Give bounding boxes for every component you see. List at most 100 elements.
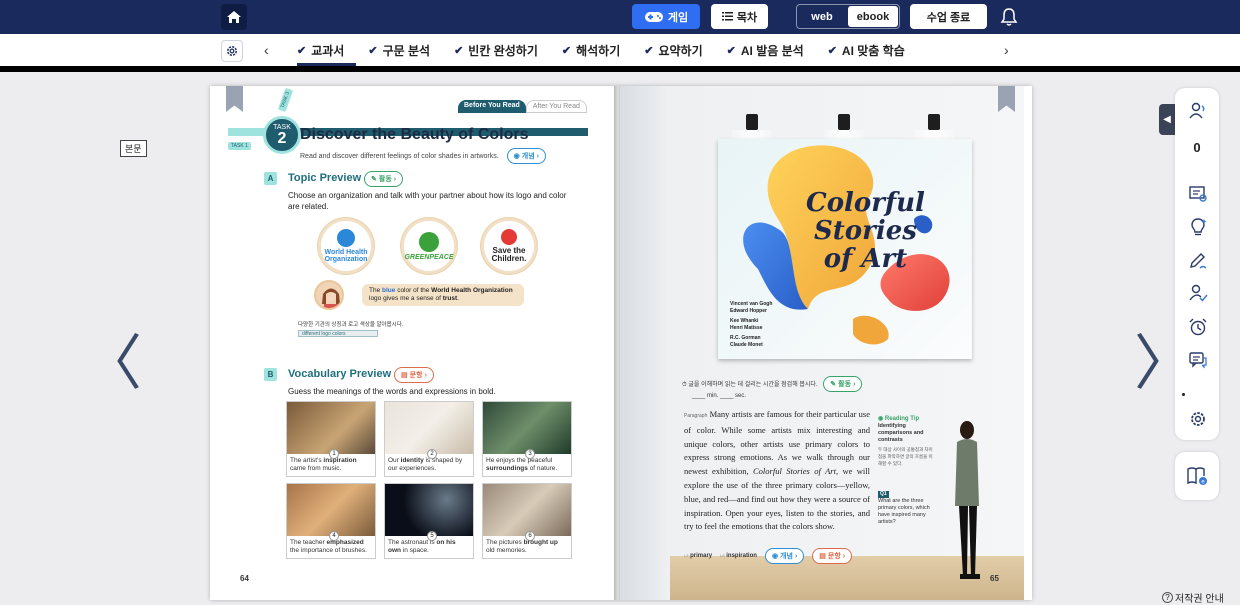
who-logo[interactable]: World Health Organization bbox=[318, 218, 374, 274]
bookmark-icon[interactable] bbox=[998, 86, 1015, 112]
tab-label: 교과서 bbox=[311, 43, 345, 58]
vocab-image: 4 bbox=[287, 484, 375, 541]
vocab-image: 1 bbox=[287, 402, 375, 459]
tab-translation[interactable]: ✔ 해석하기 bbox=[562, 34, 632, 66]
concept-pill-right[interactable]: ◉ 개념 › bbox=[764, 548, 805, 564]
artist-name: Henri Matisse bbox=[730, 325, 763, 331]
concept-pill-left[interactable]: ◉ 개념 › bbox=[506, 148, 546, 164]
pen-icon[interactable] bbox=[1187, 249, 1209, 271]
gamepad-icon bbox=[644, 11, 663, 22]
after-you-read-tab[interactable]: After You Read bbox=[525, 100, 587, 113]
game-label: 게임 bbox=[667, 11, 689, 24]
alarm-clock-icon[interactable] bbox=[1187, 316, 1209, 338]
reading-tip: ◉ Reading Tip Identifying comparisons an… bbox=[878, 416, 936, 526]
tab-textbook[interactable]: ✔ 교과서 bbox=[297, 34, 357, 66]
vocab-caption-text: Our bbox=[388, 457, 401, 464]
check-icon: ✔ bbox=[561, 44, 572, 57]
gallery-lamp bbox=[824, 114, 864, 158]
tabs-prev-icon[interactable]: ‹ bbox=[264, 42, 269, 58]
artist-name: Vincent van Gogh bbox=[730, 301, 773, 307]
stopwatch-icon: ⏱ bbox=[682, 382, 687, 388]
tab-syntax-analysis[interactable]: ✔ 구문 분석 bbox=[368, 34, 442, 66]
artist-name: R.C. Gorman bbox=[730, 335, 761, 341]
tab-ai-custom-learning[interactable]: ✔ AI 맞춤 학습 bbox=[828, 34, 917, 66]
gear-icon bbox=[227, 46, 237, 56]
greenpeace-logo[interactable]: GREENPEACE bbox=[401, 218, 457, 274]
reading-tip-question: What are the three primary colors, which… bbox=[878, 498, 930, 525]
before-you-read-tab[interactable]: Before You Read bbox=[458, 100, 526, 113]
activity-pill-timer[interactable]: ✎ 활동 › bbox=[823, 376, 863, 392]
vocab-card[interactable]: 4 The teacher emphasized the importance … bbox=[286, 483, 376, 559]
pencil-icon: ✎ bbox=[371, 176, 377, 183]
key-words-row: L3 primary L8 inspiration ◉ 개념 › ▤ 문항 › bbox=[684, 548, 853, 564]
right-tool-rail: 0 bbox=[1175, 88, 1219, 440]
bookmark-icon[interactable] bbox=[226, 86, 243, 112]
concept-pill-label: 개념 bbox=[521, 153, 535, 160]
reading-timer-text: 글을 이해하며 읽는 데 걸리는 시간을 점검해 봅시다. bbox=[688, 382, 818, 388]
top-bar: 게임 목차 web ebook 수업 종료 bbox=[0, 0, 1240, 34]
greenpeace-logo-text: GREENPEACE bbox=[404, 253, 454, 261]
lightbulb-icon[interactable] bbox=[1187, 216, 1209, 238]
activity-pill-label: 활동 bbox=[378, 176, 392, 183]
tab-ai-pronunciation[interactable]: ✔ AI 발음 분석 bbox=[727, 34, 816, 66]
chat-icon[interactable] bbox=[1187, 349, 1209, 371]
tabs-next-icon[interactable]: › bbox=[1004, 42, 1009, 58]
toc-button[interactable]: 목차 bbox=[711, 4, 768, 29]
gallery-lamp bbox=[914, 114, 954, 158]
vocab-image: 2 bbox=[385, 402, 473, 459]
prev-page-icon[interactable]: 〈 bbox=[82, 315, 142, 402]
task-next-label[interactable]: TASK 3 bbox=[277, 87, 294, 113]
home-button[interactable] bbox=[221, 4, 247, 30]
vocab-card[interactable]: 2 Our identity is shaped by our experien… bbox=[384, 401, 474, 477]
end-class-button[interactable]: 수업 종료 bbox=[910, 4, 987, 29]
timer-min-unit: min. bbox=[707, 393, 719, 399]
question-pill-right[interactable]: ▤ 문항 › bbox=[812, 548, 853, 564]
artist-name: Kee Whanki bbox=[730, 318, 759, 324]
vocab-word: inspiration bbox=[323, 457, 357, 464]
vocab-card[interactable]: 5 The astronaut is on his own in space. bbox=[384, 483, 474, 559]
settings-gear-icon[interactable] bbox=[1187, 408, 1209, 430]
chevron-left-icon: ◀ bbox=[1163, 114, 1171, 125]
key-word-item[interactable]: L3 primary bbox=[684, 553, 712, 559]
participants-icon[interactable] bbox=[1187, 100, 1209, 122]
text-search-icon[interactable] bbox=[1187, 183, 1209, 205]
tab-fill-blanks[interactable]: ✔ 빈칸 완성하기 bbox=[454, 34, 550, 66]
logo-note-input[interactable]: different logo colors bbox=[298, 330, 378, 337]
tab-label: 해석하기 bbox=[576, 43, 621, 58]
reading-italic: Colorful Stories of Art bbox=[753, 466, 836, 477]
poster-title-line: Stories bbox=[814, 216, 917, 246]
copyright-notice[interactable]: ? 저작권 안내 bbox=[1162, 590, 1224, 605]
game-button[interactable]: 게임 bbox=[632, 4, 700, 29]
reading-timer: ⏱ 글을 이해하며 읽는 데 걸리는 시간을 점검해 봅시다. ✎ 활동 › __… bbox=[682, 376, 863, 399]
participant-count: 0 bbox=[1193, 140, 1201, 155]
activity-pill-a[interactable]: ✎ 활동 › bbox=[364, 171, 404, 187]
view-mode-web[interactable]: web bbox=[797, 5, 847, 28]
bonmun-label[interactable]: 본문 bbox=[120, 140, 147, 157]
rail-collapse-button[interactable]: ◀ bbox=[1159, 104, 1175, 135]
visitor-figure bbox=[955, 421, 980, 579]
ebook-mode-button[interactable]: e bbox=[1175, 452, 1219, 500]
tab-summary[interactable]: ✔ 요약하기 bbox=[644, 34, 714, 66]
tab-settings-button[interactable] bbox=[221, 40, 243, 62]
vocab-card[interactable]: 1 The artist's inspiration came from mus… bbox=[286, 401, 376, 477]
document-icon: ▤ bbox=[401, 372, 408, 379]
bell-icon[interactable] bbox=[1000, 7, 1018, 27]
check-icon: ✔ bbox=[827, 44, 837, 57]
question-pill-b[interactable]: ▤ 문항 › bbox=[394, 367, 434, 383]
poster-title-line: Colorful bbox=[806, 188, 925, 218]
key-word: primary bbox=[690, 553, 713, 559]
vocab-card[interactable]: 6 The pictures brought up old memories. bbox=[482, 483, 572, 559]
vocab-caption-text: the importance of brushes. bbox=[290, 547, 367, 554]
user-check-icon[interactable] bbox=[1187, 282, 1209, 304]
section-a-mark: A bbox=[264, 172, 277, 185]
lightbulb-icon: ◉ bbox=[878, 416, 884, 422]
poster-artist-names: Vincent van Gogh Edward Hopper Kee Whank… bbox=[730, 301, 772, 349]
speech-text: color of the bbox=[395, 287, 432, 294]
view-mode-ebook[interactable]: ebook bbox=[848, 6, 898, 27]
vocab-number: 3 bbox=[525, 449, 535, 459]
save-the-children-logo[interactable]: Save the Children. bbox=[481, 218, 537, 274]
key-word-item[interactable]: L8 inspiration bbox=[720, 553, 757, 559]
vocab-card[interactable]: 3 He enjoys the peaceful surroundings of… bbox=[482, 401, 572, 477]
task-prev-label[interactable]: TASK 1 bbox=[228, 142, 251, 150]
stc-logo-line2: Children. bbox=[491, 254, 527, 263]
